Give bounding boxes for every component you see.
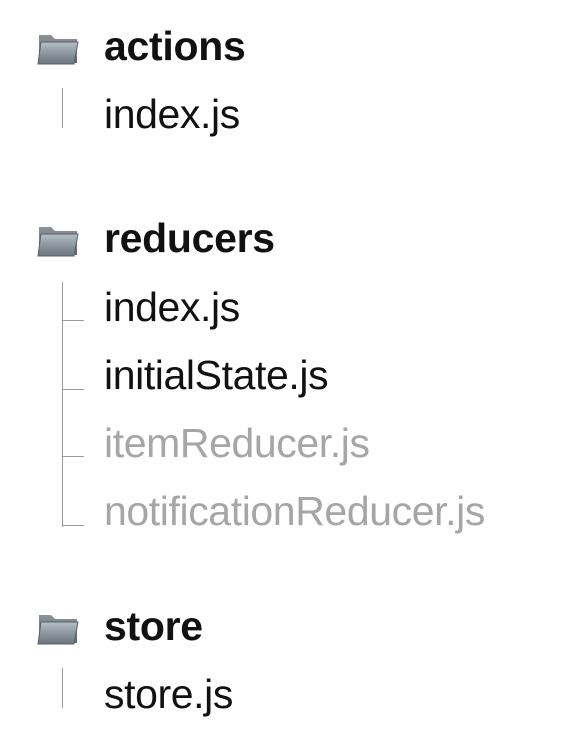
tree-line: [62, 88, 63, 128]
folder-name-actions: actions: [104, 23, 246, 69]
file-itemreducer-js[interactable]: itemReducer.js: [104, 419, 370, 469]
file-initialstate-js[interactable]: initialState.js: [104, 351, 329, 401]
folder-icon: [37, 227, 79, 257]
tree-tick: [62, 320, 84, 321]
folder-actions[interactable]: actions: [36, 22, 246, 72]
folder-store[interactable]: store: [36, 602, 203, 652]
file-reducers-index-js[interactable]: index.js: [104, 283, 240, 333]
folder-reducers[interactable]: reducers: [36, 214, 275, 264]
file-notificationreducer-js[interactable]: notificationReducer.js: [104, 487, 485, 537]
folder-name-store: store: [104, 603, 203, 649]
file-actions-index-js[interactable]: index.js: [104, 90, 240, 140]
file-store-js[interactable]: store.js: [104, 670, 233, 720]
tree-tick: [62, 389, 84, 390]
tree-line: [62, 668, 63, 708]
folder-icon: [37, 615, 79, 645]
tree-tick: [62, 456, 84, 457]
folder-name-reducers: reducers: [104, 215, 275, 261]
folder-icon: [37, 35, 79, 65]
tree-line: [62, 282, 63, 527]
tree-tick: [62, 525, 84, 526]
